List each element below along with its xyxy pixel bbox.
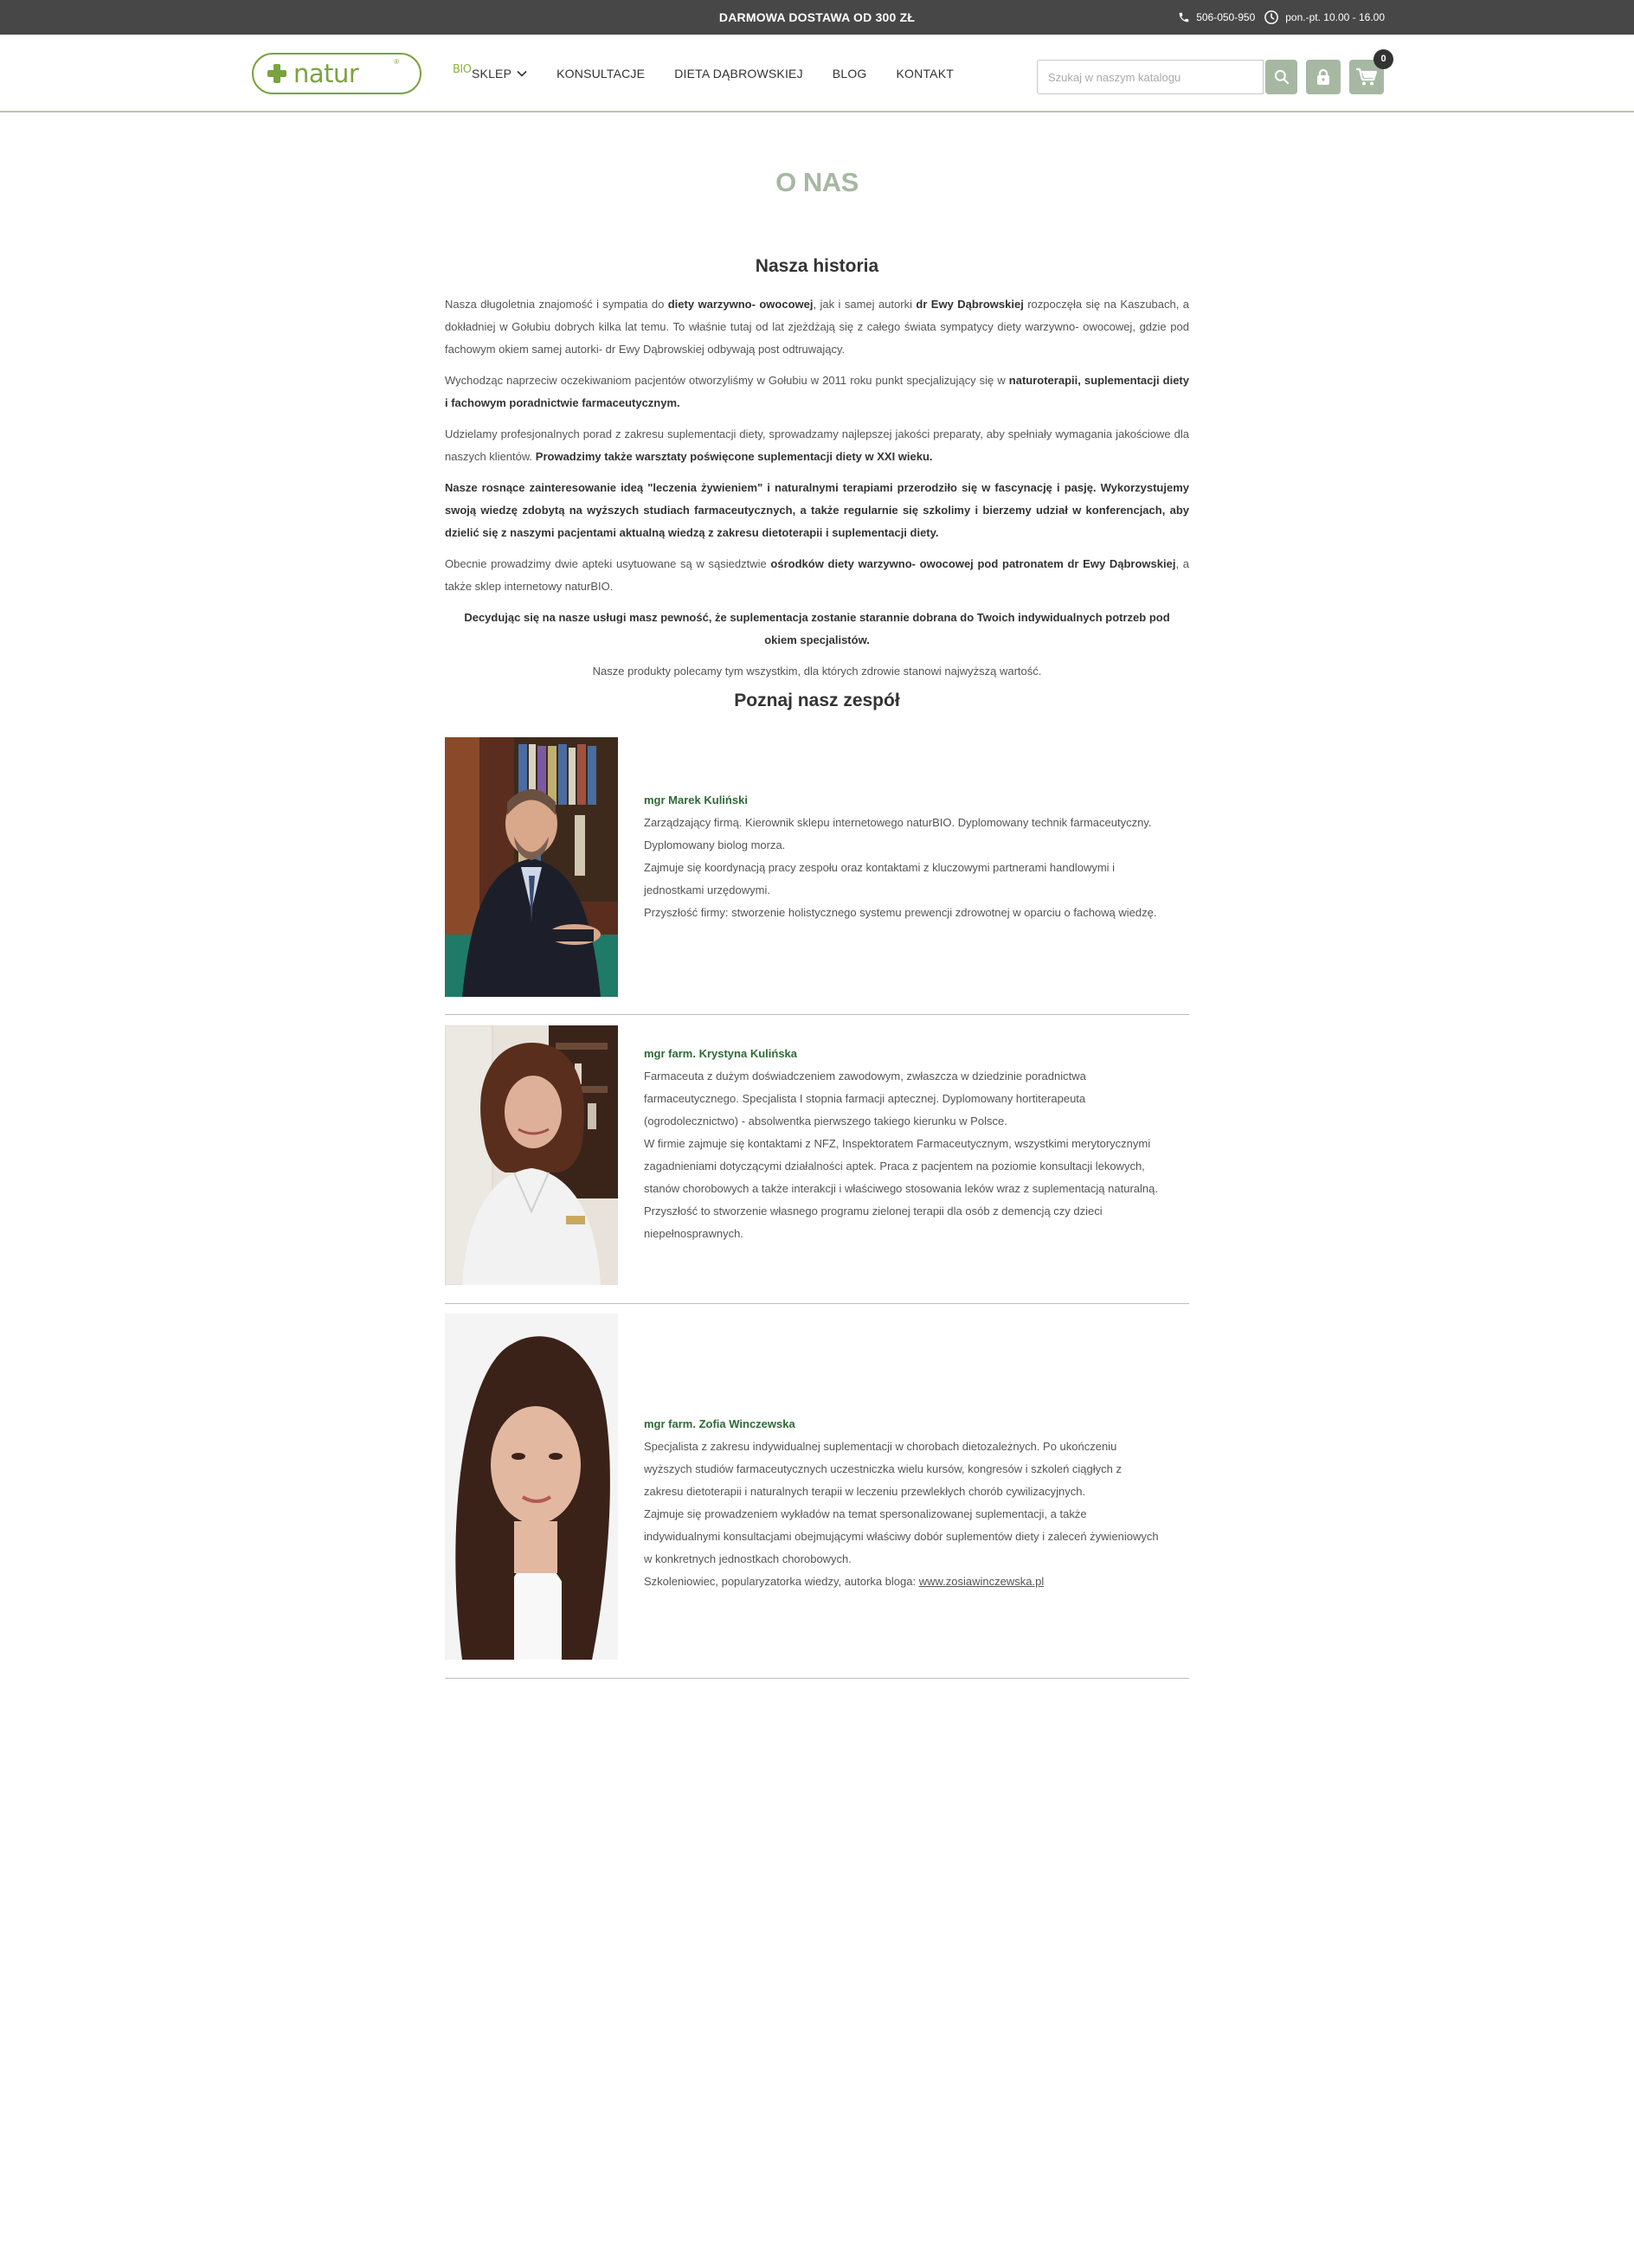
- history-paragraph-5: Obecnie prowadzimy dwie apteki usytuowan…: [445, 553, 1189, 598]
- site-header: natur BIO ® SKLEP KONSULTACJE DIETA DĄBRO…: [0, 35, 1634, 112]
- top-bar: DARMOWA DOSTAWA OD 300 ZŁ 506-050-950 po…: [0, 0, 1634, 35]
- paragraph-segment: Wychodząc naprzeciw oczekiwaniom pacjent…: [445, 374, 1009, 387]
- team-member-card: mgr Marek Kuliński Zarządzający firmą. Ki…: [445, 737, 1189, 1015]
- contact-info: 506-050-950 pon.-pt. 10.00 - 16.00: [1178, 0, 1385, 35]
- nav-item-blog[interactable]: BLOG: [833, 67, 867, 80]
- history-paragraph-6: Decydując się na nasze usługi masz pewno…: [445, 607, 1189, 652]
- clock-icon: [1264, 10, 1279, 24]
- search-bar: [1037, 60, 1297, 94]
- team-member-description: Zajmuje się koordynacją pracy zespołu or…: [644, 861, 1116, 896]
- team-member-description: Przyszłość to stworzenie własnego progra…: [644, 1205, 1103, 1240]
- page-title: O NAS: [775, 167, 859, 197]
- team-member-card: mgr farm. Zofia Winczewska Specjalista z …: [445, 1314, 1189, 1679]
- team-member-bio: mgr farm. Zofia Winczewska Specjalista z …: [644, 1413, 1163, 1593]
- phone-number: 506-050-950: [1196, 11, 1256, 23]
- team-member-name: mgr farm. Krystyna Kulińska: [644, 1047, 798, 1060]
- naturbio-logo[interactable]: natur BIO ®: [252, 53, 472, 94]
- registered-mark: ®: [394, 58, 399, 66]
- paragraph-segment: Prowadzimy także warsztaty poświęcone su…: [535, 450, 933, 463]
- team-member-card: mgr farm. Krystyna Kulińska Farmaceuta z …: [445, 1025, 1189, 1304]
- search-button[interactable]: [1265, 60, 1297, 94]
- free-shipping-banner: DARMOWA DOSTAWA OD 300 ZŁ: [718, 10, 916, 24]
- nav-item-kontakt[interactable]: KONTAKT: [897, 67, 954, 80]
- hours-text: pon.-pt. 10.00 - 16.00: [1285, 11, 1385, 23]
- team-member-bio: mgr Marek Kuliński Zarządzający firmą. Ki…: [644, 789, 1163, 924]
- team-member-bio: mgr farm. Krystyna Kulińska Farmaceuta z …: [644, 1043, 1163, 1245]
- logo-wordmark: natur BIO: [293, 59, 472, 88]
- team-member-description: Zajmuje się prowadzeniem wykładów na tem…: [644, 1507, 1159, 1565]
- team-member-description: Szkoleniowiec, popularyzatorka wiedzy, a…: [644, 1571, 1163, 1593]
- chevron-down-icon: [517, 70, 527, 77]
- cart-icon: [1356, 67, 1378, 86]
- paragraph-segment: Nasza długoletnia znajomość i sympatia d…: [445, 298, 668, 311]
- team-member-description: Przyszłość firmy: stworzenie holistyczne…: [644, 906, 1157, 919]
- opening-hours: pon.-pt. 10.00 - 16.00: [1264, 10, 1385, 25]
- nav-label: DIETA DĄBROWSKIEJ: [674, 67, 803, 80]
- paragraph-segment: Decydując się na nasze usługi masz pewno…: [464, 611, 1170, 646]
- team-member-name: mgr Marek Kuliński: [644, 793, 748, 806]
- paragraph-segment: Obecnie prowadzimy dwie apteki usytuowan…: [445, 557, 771, 570]
- paragraph-segment: Nasze rosnące zainteresowanie ideą "lecz…: [445, 481, 1189, 539]
- paragraph-segment: Nasze produkty polecamy tym wszystkim, d…: [592, 665, 1042, 678]
- phone-icon: [1179, 12, 1189, 22]
- history-paragraph-4: Nasze rosnące zainteresowanie ideą "lecz…: [445, 477, 1189, 544]
- lock-icon: [1317, 68, 1329, 85]
- team-member-photo: [445, 1025, 618, 1285]
- nav-label: KONTAKT: [896, 67, 954, 80]
- team-member-description: Zarządzający firmą. Kierownik sklepu int…: [644, 816, 1152, 851]
- history-paragraph-3: Udzielamy profesjonalnych porad z zakres…: [445, 423, 1189, 468]
- cart-count-badge: 0: [1373, 49, 1393, 69]
- blog-label: Szkoleniowiec, popularyzatorka wiedzy, a…: [644, 1575, 919, 1588]
- pharmacy-cross-icon: [267, 64, 286, 83]
- history-paragraph-1: Nasza długoletnia znajomość i sympatia d…: [445, 293, 1189, 361]
- main-navigation: SKLEP KONSULTACJE DIETA DĄBROWSKIEJ BLOG…: [472, 35, 954, 112]
- team-member-description: W firmie zajmuje się kontaktami z NFZ, I…: [644, 1137, 1158, 1195]
- team-member-photo: [445, 737, 618, 997]
- paragraph-segment: dr Ewy Dąbrowskiej: [916, 298, 1024, 311]
- team-heading: Poznaj nasz zespół: [734, 691, 900, 710]
- phone-contact[interactable]: 506-050-950: [1178, 11, 1255, 23]
- nav-label: KONSULTACJE: [556, 67, 646, 80]
- team-member-description: Farmaceuta z dużym doświadczeniem zawodo…: [644, 1070, 1086, 1128]
- history-paragraph-2: Wychodząc naprzeciw oczekiwaniom pacjent…: [445, 369, 1189, 414]
- nav-item-sklep[interactable]: SKLEP: [472, 67, 527, 80]
- account-button[interactable]: [1306, 60, 1341, 94]
- nav-label: BLOG: [832, 67, 867, 80]
- team-member-name: mgr farm. Zofia Winczewska: [644, 1417, 795, 1430]
- paragraph-segment: ośrodków diety warzywno- owocowej pod pa…: [770, 557, 1176, 570]
- nav-item-dieta[interactable]: DIETA DĄBROWSKIEJ: [674, 67, 803, 80]
- paragraph-segment: diety warzywno- owocowej: [667, 298, 814, 311]
- nav-label: SKLEP: [472, 67, 512, 80]
- team-member-description: Specjalista z zakresu indywidualnej supl…: [644, 1440, 1122, 1498]
- blog-link[interactable]: www.zosiawinczewska.pl: [919, 1575, 1045, 1588]
- paragraph-segment: , jak i samej autorki: [813, 298, 917, 311]
- search-icon: [1274, 69, 1289, 85]
- team-member-photo: [445, 1314, 618, 1660]
- search-input[interactable]: [1037, 60, 1264, 94]
- history-heading: Nasza historia: [755, 256, 879, 276]
- history-paragraph-7: Nasze produkty polecamy tym wszystkim, d…: [445, 660, 1189, 683]
- nav-item-konsultacje[interactable]: KONSULTACJE: [556, 67, 645, 80]
